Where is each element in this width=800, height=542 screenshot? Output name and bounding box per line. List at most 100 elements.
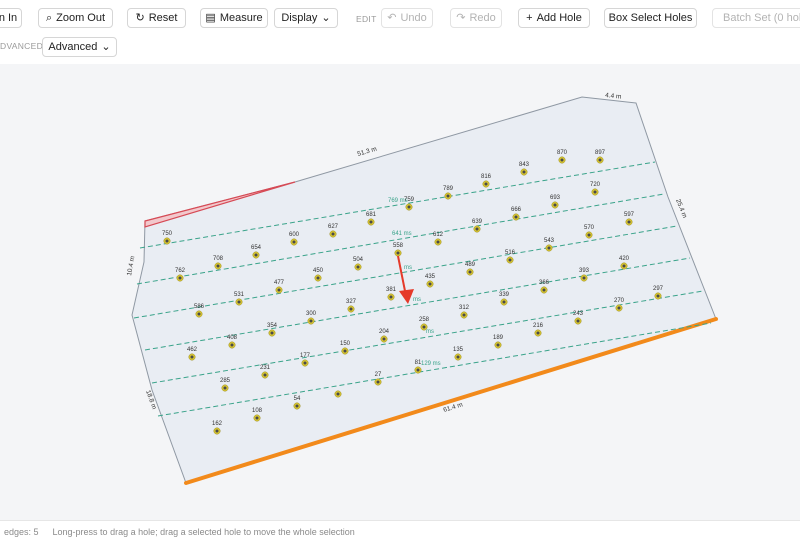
blast-design-canvas[interactable]: 769 ms 641 ms ms ms ms 129 ms 51.3 m 4.4… <box>0 64 800 520</box>
hole-label: 543 <box>544 238 555 244</box>
ruler-icon: ▤ <box>205 11 216 24</box>
undo-label: Undo <box>400 12 427 24</box>
hole-label: 870 <box>557 150 568 156</box>
hole-label: 381 <box>386 287 397 293</box>
edges-count: edges: 5 <box>4 526 39 537</box>
hole-label: 435 <box>425 274 436 280</box>
hole-center <box>407 205 411 209</box>
hole-label: 897 <box>595 150 606 156</box>
hole-label: 270 <box>614 298 625 304</box>
hole-label: 681 <box>366 212 377 218</box>
hole-center <box>553 203 557 207</box>
display-label: Display <box>281 12 318 24</box>
hole-label: 597 <box>624 212 635 218</box>
zoom-out-icon: ⌕ <box>45 11 53 24</box>
hole-label: 750 <box>162 231 173 237</box>
undo-icon: ↶ <box>387 11 397 24</box>
hole-center <box>349 307 353 311</box>
delay-label: ms <box>404 265 412 271</box>
reset-button[interactable]: ↻ Reset <box>127 8 186 28</box>
hole-label: 54 <box>294 396 301 402</box>
hole-center <box>508 258 512 262</box>
hole-label: 789 <box>443 186 454 192</box>
hole-center <box>560 158 564 162</box>
hole-label: 462 <box>187 347 198 353</box>
chevron-down-icon: ⌄ <box>321 11 331 24</box>
blast-plan-svg[interactable]: 769 ms 641 ms ms ms ms 129 ms 51.3 m 4.4… <box>0 64 800 520</box>
hole-label: 297 <box>653 286 664 292</box>
hole-center <box>277 288 281 292</box>
hole-center <box>356 265 360 269</box>
hole-center <box>462 313 466 317</box>
hole-center <box>622 264 626 268</box>
hole-center <box>542 288 546 292</box>
hole-center <box>416 368 420 372</box>
box-select-button[interactable]: Box Select Holes <box>604 8 697 28</box>
edge-length-label: 10.4 m <box>126 256 136 277</box>
hole-label: 189 <box>493 335 504 341</box>
delay-label: ms <box>426 329 434 335</box>
hole-center <box>336 392 340 396</box>
hole-center <box>230 343 234 347</box>
hole-label: 393 <box>579 268 590 274</box>
hole-label: 843 <box>519 162 530 168</box>
hole-label: 81 <box>415 360 422 366</box>
redo-label: Redo <box>469 12 496 24</box>
hole-center <box>255 416 259 420</box>
hole-center <box>598 158 602 162</box>
hole-center <box>263 373 267 377</box>
delay-label: ms <box>413 297 421 303</box>
hole-center <box>389 295 393 299</box>
hole-label: 150 <box>340 341 351 347</box>
zoom-out-button[interactable]: ⌕ Zoom Out <box>38 8 113 28</box>
hole-center <box>496 343 500 347</box>
hole-center <box>237 300 241 304</box>
delay-label: 129 ms <box>421 361 441 367</box>
hole-label: 27 <box>375 372 382 378</box>
hole-label: 627 <box>328 224 339 230</box>
add-hole-button[interactable]: + Add Hole <box>518 8 590 28</box>
hole-label: 135 <box>453 347 464 353</box>
hole-center <box>292 240 296 244</box>
hole-center <box>484 182 488 186</box>
advanced-group-label: DVANCED <box>0 41 44 51</box>
hole-center <box>536 331 540 335</box>
advanced-label: Advanced <box>48 41 98 53</box>
hole-center <box>475 227 479 231</box>
hole-label: 531 <box>234 292 245 298</box>
advanced-dropdown[interactable]: Advanced ⌄ <box>42 37 117 57</box>
hole-center <box>514 215 518 219</box>
add-hole-label: Add Hole <box>536 12 582 24</box>
blast-hole[interactable] <box>334 390 342 398</box>
hole-center <box>331 232 335 236</box>
redo-button[interactable]: ↷ Redo <box>450 8 502 28</box>
hole-label: 516 <box>505 250 516 256</box>
measure-label: Measure <box>219 12 263 24</box>
hole-center <box>178 276 182 280</box>
hole-label: 108 <box>252 408 263 414</box>
hole-center <box>422 325 426 329</box>
zoom-in-button[interactable]: n In <box>0 8 22 28</box>
hole-label: 366 <box>539 280 550 286</box>
hole-label: 762 <box>175 268 186 274</box>
hole-label: 666 <box>511 207 522 213</box>
hole-center <box>582 276 586 280</box>
hole-label: 354 <box>267 323 278 329</box>
hole-label: 477 <box>274 280 285 286</box>
edit-group-label: EDIT <box>356 14 377 24</box>
batch-set-button[interactable]: Batch Set (0 holes <box>712 8 800 28</box>
reset-label: Reset <box>148 12 178 24</box>
hole-label: 258 <box>419 317 430 323</box>
measure-button[interactable]: ▤ Measure <box>200 8 268 28</box>
hole-label: 285 <box>220 378 231 384</box>
display-dropdown[interactable]: Display ⌄ <box>274 8 338 28</box>
undo-button[interactable]: ↶ Undo <box>381 8 433 28</box>
hole-center <box>576 319 580 323</box>
hole-center <box>223 386 227 390</box>
status-hint: Long-press to drag a hole; drag a select… <box>52 526 355 537</box>
hole-label: 708 <box>213 256 224 262</box>
hole-center <box>617 306 621 310</box>
hole-label: 816 <box>481 174 492 180</box>
zoom-in-label: n In <box>0 12 18 24</box>
batch-set-label: Batch Set (0 holes <box>723 12 800 24</box>
